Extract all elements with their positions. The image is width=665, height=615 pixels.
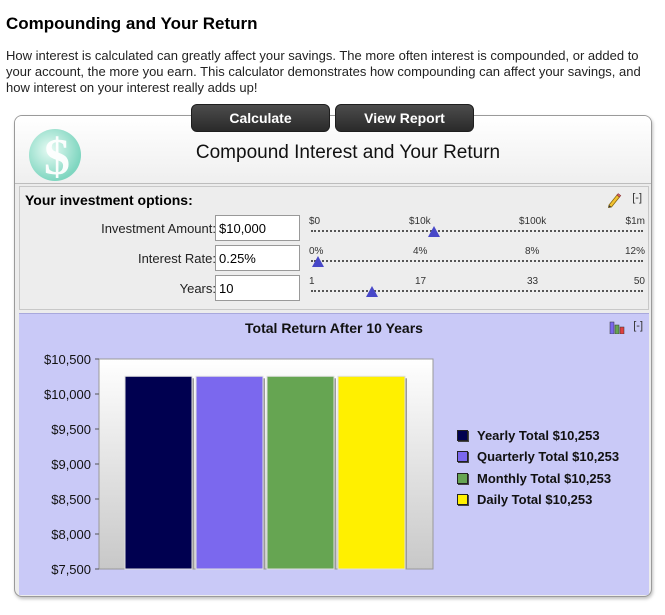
- chart-legend: Yearly Total $10,253 Quarterly Total $10…: [455, 428, 619, 513]
- slider-track: [311, 230, 643, 232]
- slider-tick: $1m: [625, 216, 645, 227]
- interest-rate-label: Interest Rate:: [137, 251, 216, 266]
- interest-rate-input[interactable]: [215, 245, 300, 271]
- legend-swatch: [457, 430, 468, 441]
- years-label: Years:: [179, 281, 216, 296]
- slider-track: [311, 260, 643, 262]
- results-section: Total Return After 10 Years [-] $10,500 $…: [19, 313, 649, 595]
- bar-quarterly: [195, 375, 264, 570]
- years-row: Years: 1 17 33 50: [20, 275, 648, 303]
- options-title: Your investment options:: [25, 192, 193, 208]
- investment-amount-slider[interactable]: $0 $10k $100k $1m: [309, 215, 645, 243]
- intro-paragraph: How interest is calculated can greatly a…: [6, 48, 641, 95]
- calculator-panel: $ Compound Interest and Your Return Your…: [14, 115, 652, 597]
- y-tick-label: $10,000: [44, 387, 91, 402]
- legend-item: Daily Total $10,253: [455, 492, 619, 513]
- slider-thumb[interactable]: [311, 256, 324, 267]
- legend-item: Yearly Total $10,253: [455, 428, 619, 449]
- calculate-button[interactable]: Calculate: [191, 104, 330, 132]
- calculator-header: $ Compound Interest and Your Return: [15, 116, 651, 184]
- options-collapse-toggle[interactable]: [-]: [632, 192, 642, 204]
- legend-label: Monthly Total $10,253: [477, 470, 612, 486]
- slider-tick: 17: [415, 276, 427, 287]
- y-tick-label: $9,000: [51, 457, 91, 472]
- investment-amount-row: Investment Amount: $0 $10k $100k $1m: [20, 215, 648, 243]
- slider-tick: 12%: [624, 246, 645, 257]
- slider-thumb[interactable]: [366, 286, 379, 297]
- bar-daily: [337, 375, 406, 570]
- slider-track: [311, 290, 643, 292]
- slider-tick: $0: [309, 216, 321, 227]
- legend-label: Quarterly Total $10,253: [477, 449, 620, 465]
- y-tick-label: $8,000: [51, 527, 91, 542]
- slider-tick: 1: [309, 276, 315, 287]
- y-tick-label: $10,500: [44, 352, 91, 367]
- interest-rate-row: Interest Rate: 0% 4% 8% 12%: [20, 245, 648, 273]
- slider-tick: 50: [633, 276, 645, 287]
- legend-item: Monthly Total $10,253: [455, 471, 619, 492]
- legend-swatch: [457, 451, 468, 463]
- legend-swatch: [457, 472, 468, 484]
- legend-label: Yearly Total $10,253: [477, 428, 600, 443]
- investment-options-section: Your investment options: [-] Investment …: [19, 186, 649, 310]
- bar-monthly: [266, 375, 335, 570]
- y-tick-label: $8,500: [51, 492, 91, 507]
- legend-label: Daily Total $10,253: [477, 491, 593, 507]
- y-tick-label: $7,500: [51, 562, 91, 577]
- investment-amount-input[interactable]: [215, 215, 300, 241]
- slider-tick: 8%: [525, 246, 540, 257]
- investment-amount-label: Investment Amount:: [101, 221, 216, 236]
- legend-swatch: [457, 493, 468, 505]
- slider-tick: 33: [527, 276, 539, 287]
- years-slider[interactable]: 1 17 33 50: [309, 275, 645, 303]
- bar-yearly: [124, 375, 193, 570]
- view-report-button[interactable]: View Report: [335, 104, 474, 132]
- calculator-title: Compound Interest and Your Return: [195, 142, 501, 163]
- slider-thumb[interactable]: [427, 226, 440, 237]
- pencil-icon[interactable]: [606, 192, 622, 208]
- page-title: Compounding and Your Return: [6, 14, 258, 33]
- interest-rate-slider[interactable]: 0% 4% 8% 12%: [309, 245, 645, 273]
- legend-item: Quarterly Total $10,253: [455, 449, 619, 470]
- y-tick-label: $9,500: [51, 422, 91, 437]
- slider-tick: $100k: [519, 216, 547, 227]
- slider-tick: 4%: [413, 246, 428, 257]
- years-input[interactable]: [215, 275, 300, 301]
